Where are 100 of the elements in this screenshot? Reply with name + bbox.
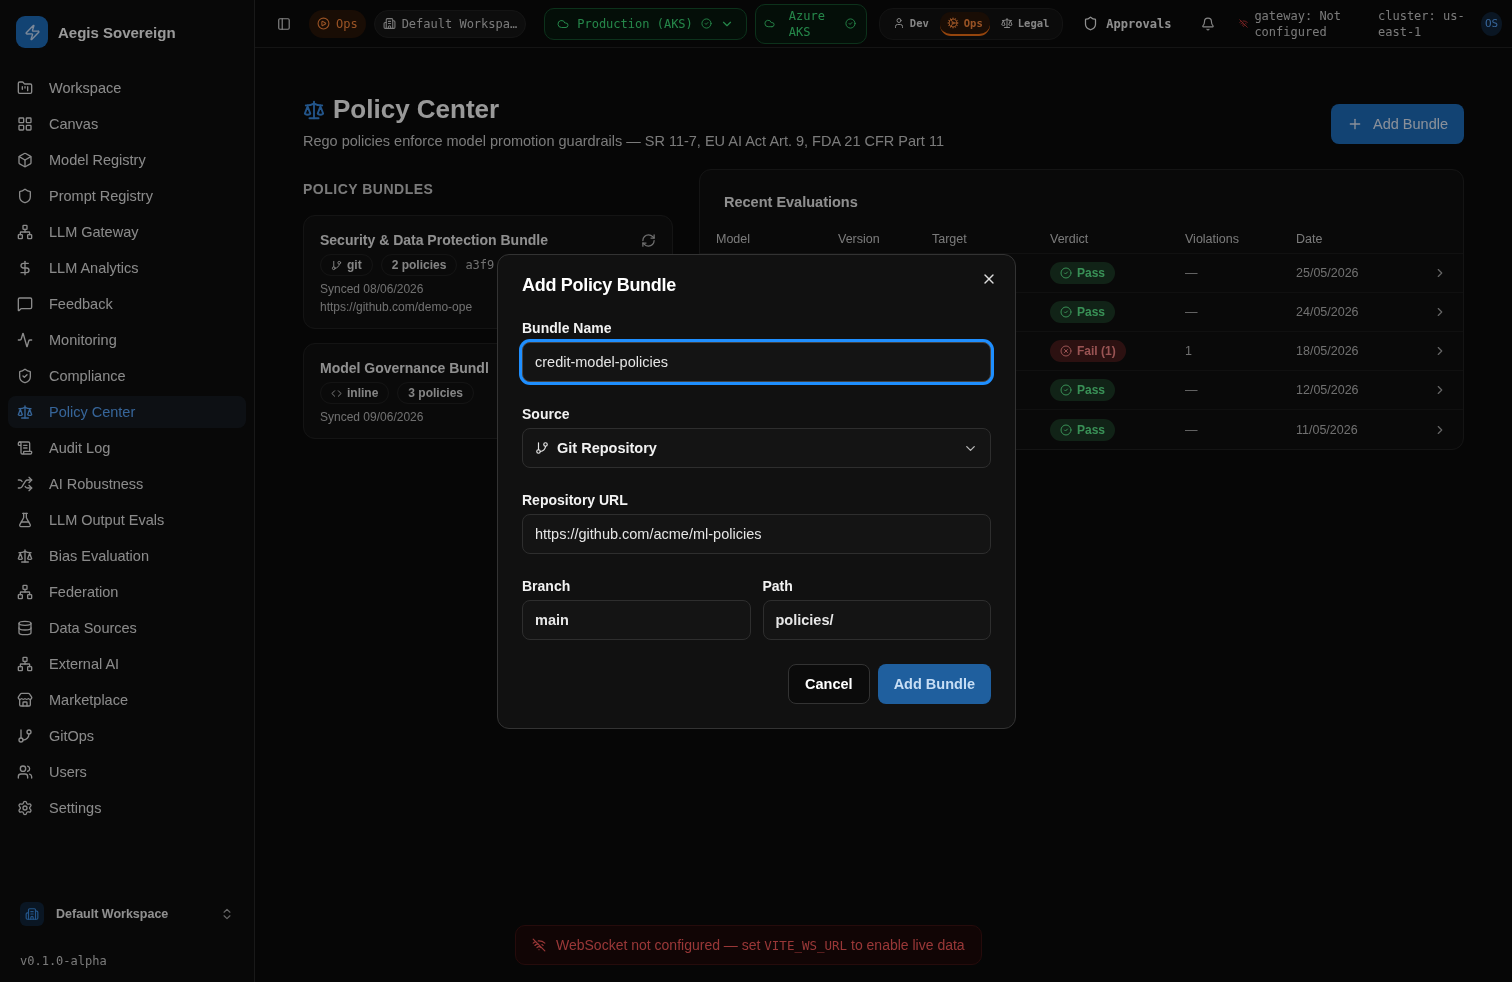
toast-message: WebSocket not configured — set VITE_WS_URL to enable live data xyxy=(556,937,965,953)
sidebar-item[interactable]: Policy Center xyxy=(8,396,246,428)
role-tab[interactable]: Ops xyxy=(939,11,990,36)
sidebar-item[interactable]: Model Registry xyxy=(8,144,246,176)
page-title: Policy Center xyxy=(333,94,500,125)
table-cell: 24/05/2026 xyxy=(1296,305,1359,319)
shield-icon xyxy=(17,188,33,204)
sync-date: Synced 08/06/2026 xyxy=(320,282,424,296)
building-icon xyxy=(20,902,44,926)
hierarchy-icon xyxy=(17,656,33,672)
shuffle-icon xyxy=(17,476,33,492)
hierarchy-icon xyxy=(17,584,33,600)
sidebar-item[interactable]: Monitoring xyxy=(8,324,246,356)
panel-title: Recent Evaluations xyxy=(723,194,859,210)
verdict-tag: Pass xyxy=(1050,301,1116,323)
sidebar-item[interactable]: LLM Output Evals xyxy=(8,504,246,536)
sidebar-item[interactable]: Workspace xyxy=(8,72,246,104)
environment-selector[interactable]: Production (AKS) xyxy=(544,7,747,40)
commit-hash: a3f9 xyxy=(465,258,495,272)
table-cell: — xyxy=(1185,305,1198,319)
sidebar-item[interactable]: Prompt Registry xyxy=(8,180,246,212)
sidebar-item[interactable]: Canvas xyxy=(8,108,246,140)
flask-icon xyxy=(17,512,33,528)
mode-badge[interactable]: Ops xyxy=(308,9,366,38)
repository-url-field[interactable]: https://github.com/acme/ml-policies xyxy=(522,514,991,554)
table-cell: — xyxy=(1185,422,1198,437)
scale-icon xyxy=(17,548,33,564)
sidebar-item[interactable]: Marketplace xyxy=(8,684,246,716)
approvals-link[interactable]: Approvals xyxy=(1083,16,1172,31)
cloud-icon xyxy=(763,18,775,29)
section-heading: POLICY BUNDLES xyxy=(303,181,434,197)
role-tab[interactable]: Legal xyxy=(993,11,1057,36)
page-subtitle: Rego policies enforce model promotion guardrails — SR 11-7, EU AI Act Art. 9, FDA 21 CFR Part 11 xyxy=(303,133,944,149)
verdict-tag: Pass xyxy=(1050,379,1116,401)
x-circle-icon xyxy=(1060,345,1072,357)
users-icon xyxy=(17,764,33,780)
field-label: Repository URL xyxy=(522,492,628,508)
verdict-tag: Pass xyxy=(1050,418,1116,441)
logo-icon xyxy=(16,16,48,48)
check-circle-icon xyxy=(1060,306,1072,318)
add-bundle-button[interactable]: Add Bundle xyxy=(1331,104,1464,144)
check-circle-icon xyxy=(1060,267,1072,279)
table-cell: 11/05/2026 xyxy=(1296,422,1358,437)
workspace-selector[interactable]: Default Workspace xyxy=(8,896,246,932)
check-circle-icon xyxy=(700,18,712,29)
field-label: Path xyxy=(762,578,793,594)
sidebar-toggle-icon[interactable] xyxy=(277,15,291,32)
field-label: Source xyxy=(522,406,570,422)
sidebar-item[interactable]: LLM Analytics xyxy=(8,252,246,284)
user-avatar[interactable]: OS xyxy=(1481,11,1502,36)
sidebar-item[interactable]: Federation xyxy=(8,576,246,608)
sidebar-item[interactable]: AI Robustness xyxy=(8,468,246,500)
git-branch-icon xyxy=(331,259,342,271)
table-cell: 25/05/2026 xyxy=(1296,266,1359,280)
column-header: Verdict xyxy=(1050,231,1089,246)
field-label: Branch xyxy=(522,578,571,594)
building-icon xyxy=(382,17,396,30)
wifi-off-icon xyxy=(532,938,546,952)
sidebar-item[interactable]: Users xyxy=(8,756,246,788)
cube-icon xyxy=(17,152,33,168)
sidebar-item[interactable]: Bias Evaluation xyxy=(8,540,246,572)
bundle-name: Security & Data Protection Bundle xyxy=(320,232,548,248)
git-branch-icon xyxy=(17,728,33,744)
path-field[interactable]: policies/ xyxy=(762,600,991,640)
role-tab[interactable]: Dev xyxy=(885,11,936,36)
sidebar-item[interactable]: GitOps xyxy=(8,720,246,752)
workspace-pill[interactable]: Default Workspa… xyxy=(373,9,527,38)
sync-date: Synced 09/06/2026 xyxy=(320,410,424,424)
version-label: v0.1.0-alpha xyxy=(19,954,107,968)
refresh-icon[interactable] xyxy=(641,232,656,248)
bell-icon[interactable] xyxy=(1201,15,1216,32)
column-header: Model xyxy=(716,231,751,246)
sidebar-item[interactable]: Settings xyxy=(8,792,246,824)
sidebar-item[interactable]: External AI xyxy=(8,648,246,680)
sidebar-item[interactable]: Data Sources xyxy=(8,612,246,644)
column-header: Date xyxy=(1296,231,1323,246)
wifi-off-icon xyxy=(1239,17,1249,30)
sidebar-item[interactable]: LLM Gateway xyxy=(8,216,246,248)
hierarchy-icon xyxy=(17,224,33,240)
sidebar-item[interactable]: Audit Log xyxy=(8,432,246,464)
table-cell: 1 xyxy=(1185,344,1192,358)
bundle-name-field[interactable]: credit-model-policies xyxy=(522,342,991,382)
user-icon xyxy=(892,16,905,29)
source-select[interactable]: Git Repository xyxy=(522,428,991,468)
grid-icon xyxy=(17,116,33,132)
table-cell: — xyxy=(1185,383,1198,397)
sidebar-item[interactable]: Compliance xyxy=(8,360,246,392)
cancel-button[interactable]: Cancel xyxy=(788,664,870,704)
verdict-tag: Fail (1) xyxy=(1050,340,1126,362)
code-icon xyxy=(331,387,342,399)
sidebar-item[interactable]: Feedback xyxy=(8,288,246,320)
gateway-status: gateway: Not configured xyxy=(1254,7,1343,40)
check-circle-icon xyxy=(1060,384,1072,396)
table-cell: 18/05/2026 xyxy=(1296,344,1359,358)
git-branch-icon xyxy=(535,441,549,455)
cluster-badge: Azure AKS xyxy=(754,3,867,44)
add-bundle-button[interactable]: Add Bundle xyxy=(877,664,991,704)
branch-field[interactable]: main xyxy=(522,600,751,640)
shield-check-icon xyxy=(17,368,33,384)
dollar-icon xyxy=(17,260,33,276)
